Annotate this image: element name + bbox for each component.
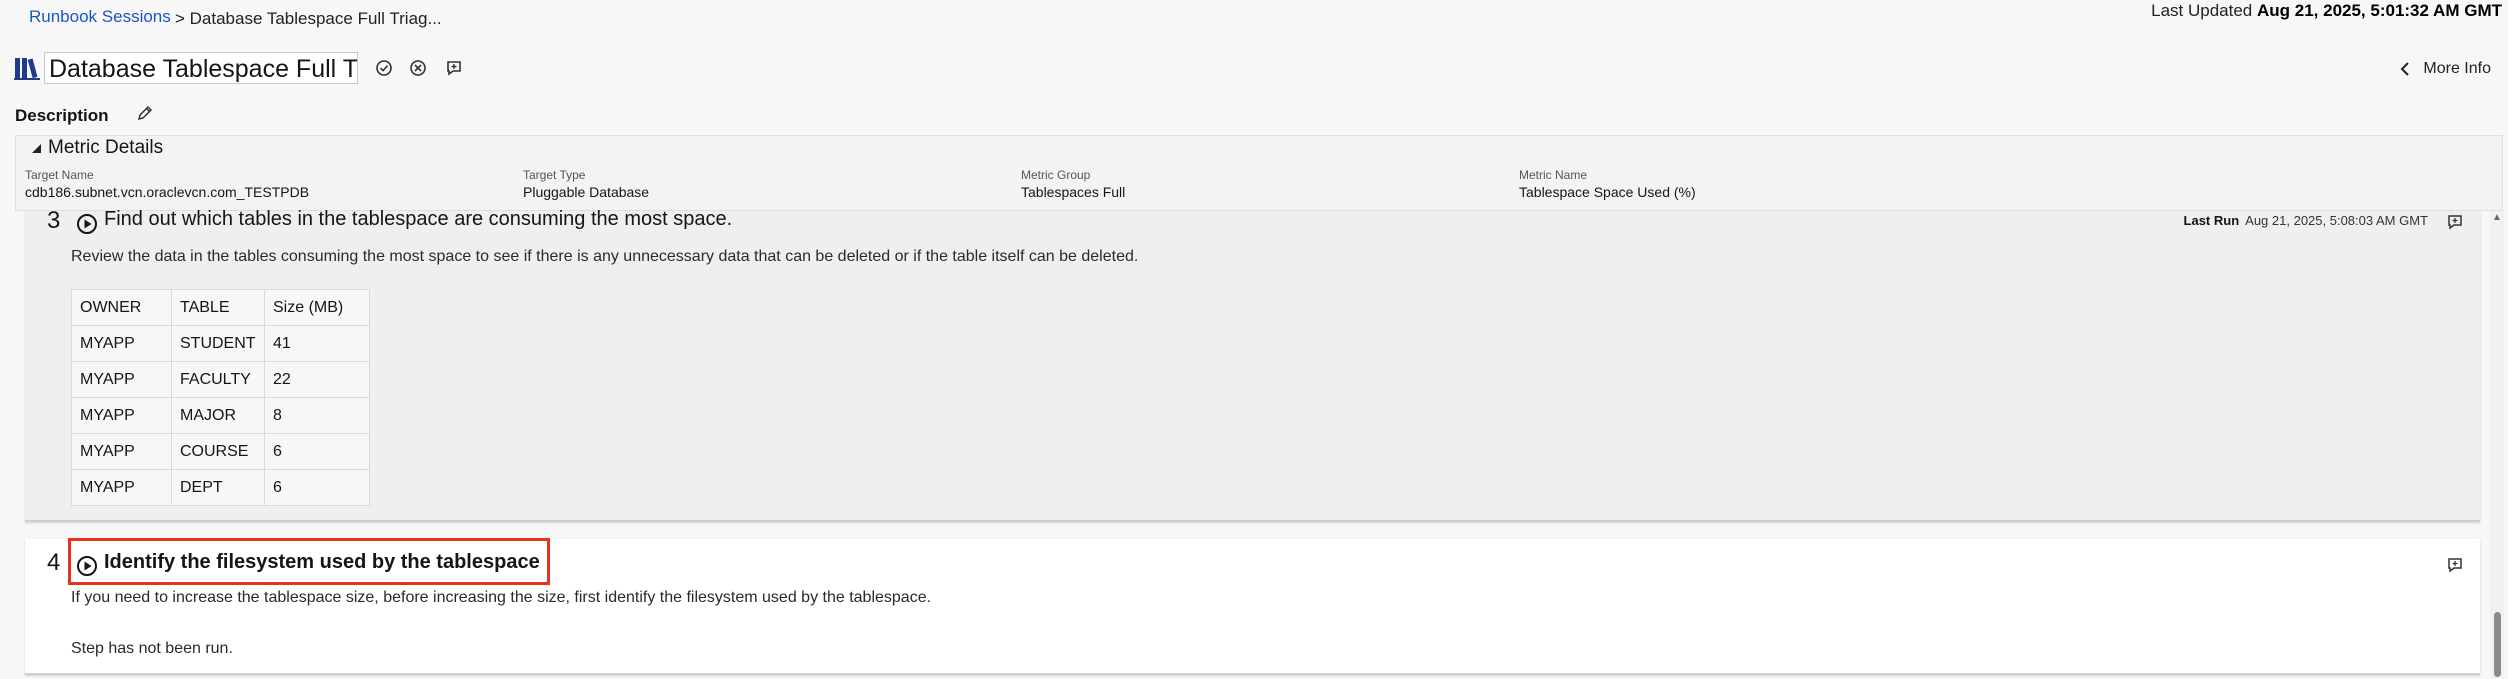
table-cell: MAJOR [171,397,265,434]
results-table: OWNER TABLE Size (MB) MYAPP STUDENT 41 M… [71,289,370,506]
table-cell: MYAPP [71,469,172,506]
runbook-title-field[interactable]: Database Tablespace Full Triage [44,52,358,84]
table-cell: 6 [264,469,370,506]
edit-pencil-icon[interactable] [136,104,154,122]
check-circle-icon[interactable] [374,58,394,78]
table-header-cell: Size (MB) [264,289,370,326]
table-row: MYAPP FACULTY 22 [71,361,370,398]
step-status: Step has not been run. [71,640,233,657]
highlight-box [68,538,550,585]
description-label: Description [15,106,109,125]
metric-label: Target Name [25,168,94,182]
scrollbar-track[interactable] [2490,211,2504,679]
more-info-button[interactable]: More Info [2399,60,2491,78]
last-updated: Last Updated Aug 21, 2025, 5:01:32 AM GM… [2151,1,2502,21]
table-cell: FACULTY [171,361,265,398]
last-run-value: Aug 21, 2025, 5:08:03 AM GMT [2245,213,2428,228]
metric-target-type: Target Type Pluggable Database [523,168,649,200]
last-run-label: Last Run [2183,213,2240,228]
metric-target-name: Target Name cdb186.subnet.vcn.oraclevcn.… [25,168,309,200]
table-cell: 22 [264,361,370,398]
table-cell: 6 [264,433,370,470]
table-row: MYAPP DEPT 6 [71,469,370,506]
cancel-circle-icon[interactable] [408,58,428,78]
table-cell: MYAPP [71,325,172,362]
last-updated-label: Last Updated [2151,1,2253,20]
table-cell: MYAPP [71,397,172,434]
breadcrumb-current: > Database Tablespace Full Triag... [175,9,442,28]
scrollbar-thumb[interactable] [2494,612,2501,677]
table-cell: 41 [264,325,370,362]
metric-details-panel [15,135,2503,211]
step-title: Find out which tables in the tablespace … [104,208,733,230]
table-cell: MYAPP [71,361,172,398]
add-comment-icon[interactable] [2447,557,2463,573]
metric-group: Metric Group Tablespaces Full [1021,168,1125,200]
table-cell: COURSE [171,433,265,470]
collapse-triangle-icon [32,143,41,153]
table-cell: 8 [264,397,370,434]
metric-value: cdb186.subnet.vcn.oraclevcn.com_TESTPDB [25,184,310,200]
table-header-row: OWNER TABLE Size (MB) [71,289,370,326]
metric-details-toggle[interactable]: Metric Details [31,137,163,159]
table-cell: DEPT [171,469,265,506]
step-description: Review the data in the tables consuming … [71,248,1139,265]
table-header-cell: TABLE [171,289,265,326]
metric-label: Metric Name [1519,168,1588,182]
table-row: MYAPP STUDENT 41 [71,325,370,362]
table-cell: MYAPP [71,433,172,470]
table-row: MYAPP MAJOR 8 [71,397,370,434]
metric-name: Metric Name Tablespace Space Used (%) [1519,168,1696,200]
chevron-left-icon [2400,62,2410,76]
step-number: 4 [47,549,61,576]
more-info-label: More Info [2423,60,2491,77]
step-description: If you need to increase the tablespace s… [71,589,932,606]
breadcrumb-runbook-sessions-link[interactable]: Runbook Sessions [29,7,171,27]
metric-label: Target Type [523,168,586,182]
runbook-books-icon [14,58,40,80]
metric-value: Tablespaces Full [1021,184,1126,200]
table-row: MYAPP COURSE 6 [71,433,370,470]
table-header-cell: OWNER [71,289,172,326]
step-last-run: Last Run Aug 21, 2025, 5:08:03 AM GMT [2184,213,2428,228]
step-number: 3 [47,207,61,234]
table-cell: STUDENT [171,325,265,362]
metric-details-title: Metric Details [48,137,164,158]
add-comment-icon[interactable] [444,58,464,78]
metric-value: Pluggable Database [523,184,650,200]
run-step-icon[interactable] [76,213,98,235]
metric-label: Metric Group [1021,168,1091,182]
metric-value: Tablespace Space Used (%) [1519,184,1696,200]
scroll-up-arrow-icon[interactable]: ▲ [2492,212,2502,223]
last-updated-value: Aug 21, 2025, 5:01:32 AM GMT [2256,1,2502,20]
add-comment-icon[interactable] [2447,214,2463,230]
